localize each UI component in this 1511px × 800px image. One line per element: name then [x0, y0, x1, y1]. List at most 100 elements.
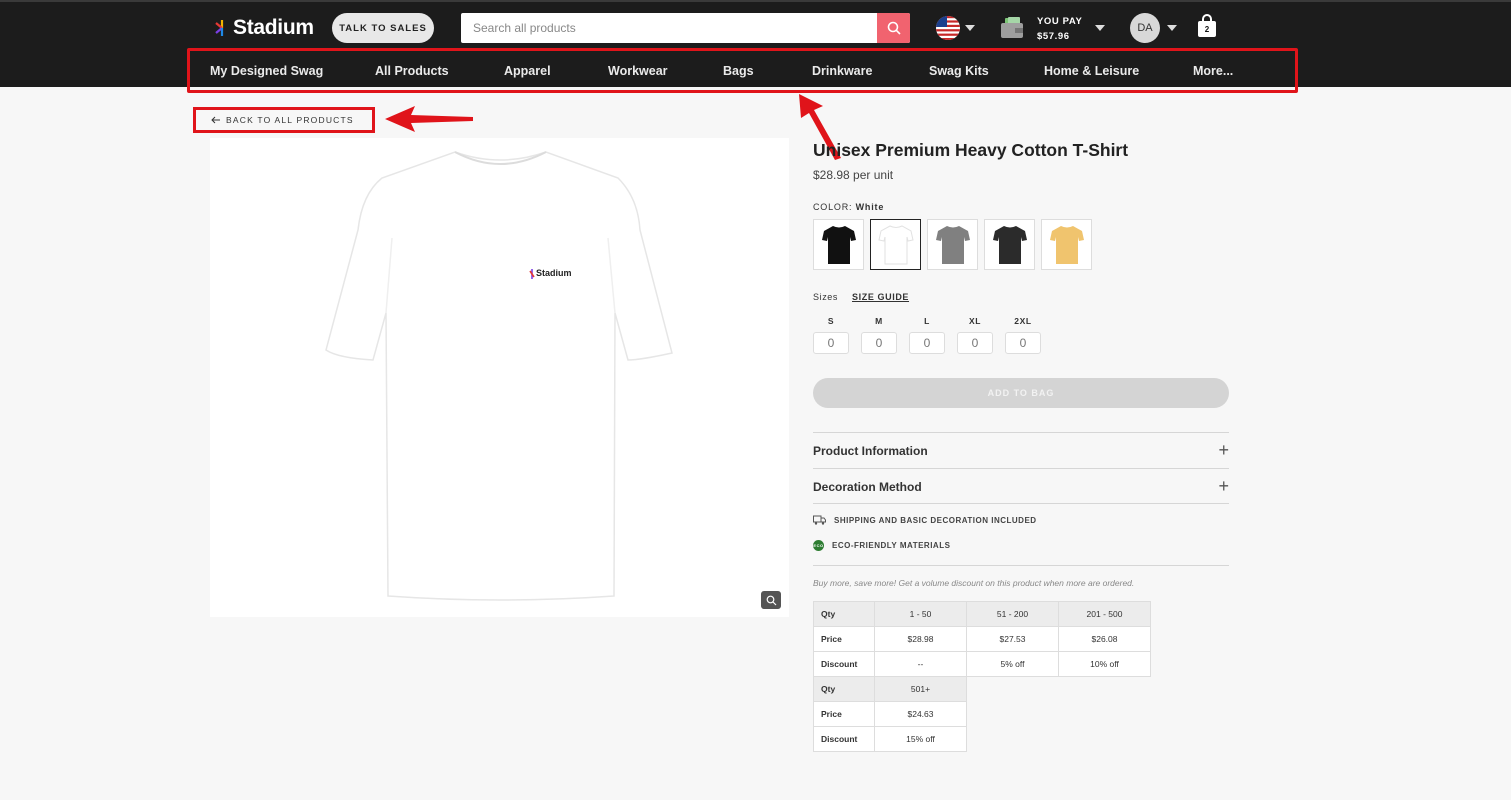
eco-feature-text: ECO-FRIENDLY MATERIALS — [832, 541, 951, 550]
table-cell: $24.63 — [874, 701, 967, 727]
add-to-bag-button[interactable]: ADD TO BAG — [813, 378, 1229, 408]
user-avatar[interactable]: DA — [1130, 13, 1160, 43]
nav-apparel[interactable]: Apparel — [504, 64, 551, 78]
nav-drinkware[interactable]: Drinkware — [812, 64, 872, 78]
divider — [813, 565, 1229, 566]
search-input[interactable] — [461, 13, 877, 43]
size-m-label: M — [875, 316, 883, 326]
table-cell: $27.53 — [966, 626, 1059, 652]
you-pay-summary[interactable]: YOU PAY $57.96 — [1037, 14, 1082, 44]
shipping-feature: SHIPPING AND BASIC DECORATION INCLUDED — [813, 515, 1037, 525]
table-cell: $26.08 — [1058, 626, 1151, 652]
eco-leaf-icon: ECO — [813, 540, 824, 551]
sizes-header: Sizes SIZE GUIDE — [813, 292, 909, 302]
stadium-logo[interactable]: Stadium — [215, 16, 314, 40]
table-cell: 15% off — [874, 726, 967, 752]
tshirt-charcoal-icon — [992, 225, 1027, 264]
table-row: Qty 501+ — [813, 676, 967, 702]
top-header: Stadium TALK TO SALES YOU PAY $57.96 DA — [0, 0, 1511, 93]
size-l-qty-input[interactable] — [909, 332, 945, 354]
swatch-white[interactable] — [870, 219, 921, 270]
size-s-qty-input[interactable] — [813, 332, 849, 354]
table-cell: Qty — [813, 601, 875, 627]
arrow-left-icon — [211, 116, 220, 124]
product-image[interactable]: Stadium — [210, 138, 789, 617]
product-price: $28.98 per unit — [813, 168, 894, 182]
account-chevron-down-icon[interactable] — [1167, 25, 1177, 31]
sizes-label: Sizes — [813, 292, 839, 302]
size-s-label: S — [827, 316, 835, 326]
shipping-feature-text: SHIPPING AND BASIC DECORATION INCLUDED — [834, 515, 1037, 525]
size-xl-qty-input[interactable] — [957, 332, 993, 354]
divider — [813, 503, 1229, 504]
tshirt-print-logo: Stadium — [536, 268, 572, 278]
color-label: COLOR: White — [813, 202, 884, 212]
magnify-icon — [766, 595, 776, 605]
zoom-button[interactable] — [761, 591, 781, 609]
size-2xl-qty-input[interactable] — [1005, 332, 1041, 354]
table-cell: 51 - 200 — [966, 601, 1059, 627]
shopping-bag-button[interactable]: 2 — [1197, 14, 1217, 38]
color-label-key: COLOR: — [813, 202, 853, 212]
nav-swag-kits[interactable]: Swag Kits — [929, 64, 989, 78]
truck-icon — [813, 515, 826, 525]
table-row: Price $24.63 — [813, 701, 967, 727]
plus-icon: + — [1218, 440, 1229, 460]
table-row: Qty 1 - 50 51 - 200 201 - 500 — [813, 601, 1151, 627]
back-to-all-products-link[interactable]: BACK TO ALL PRODUCTS — [211, 115, 354, 125]
search-button[interactable] — [877, 13, 910, 43]
region-chevron-down-icon[interactable] — [965, 25, 975, 31]
table-row: Discount -- 5% off 10% off — [813, 651, 1151, 677]
size-m: M — [861, 316, 897, 354]
logo-mark-icon — [215, 20, 224, 36]
swatch-charcoal[interactable] — [984, 219, 1035, 270]
decoration-method-accordion[interactable]: Decoration Method + — [813, 468, 1229, 504]
color-swatches — [813, 219, 1092, 270]
table-cell: 501+ — [874, 676, 967, 702]
nav-my-designed-swag[interactable]: My Designed Swag — [210, 64, 323, 78]
nav-home-leisure[interactable]: Home & Leisure — [1044, 64, 1139, 78]
bag-count-badge: 2 — [1204, 25, 1210, 34]
search-icon — [887, 21, 901, 35]
nav-more[interactable]: More... — [1193, 64, 1233, 78]
category-nav: My Designed Swag All Products Apparel Wo… — [187, 48, 1298, 93]
size-2xl-label: 2XL — [1014, 316, 1032, 326]
you-pay-chevron-down-icon[interactable] — [1095, 25, 1105, 31]
you-pay-label: YOU PAY — [1037, 16, 1083, 27]
table-cell: 5% off — [966, 651, 1059, 677]
wallet-icon — [1001, 17, 1023, 38]
pricing-table-1: Qty 1 - 50 51 - 200 201 - 500 Price $28.… — [813, 601, 1151, 677]
tshirt-image-icon — [325, 151, 673, 601]
logo-text: Stadium — [233, 16, 314, 39]
talk-to-sales-button[interactable]: TALK TO SALES — [332, 13, 434, 43]
swatch-black[interactable] — [813, 219, 864, 270]
tshirt-mustard-icon — [1049, 225, 1084, 264]
tshirt-white-icon — [877, 224, 914, 264]
nav-workwear[interactable]: Workwear — [608, 64, 668, 78]
size-xl-label: XL — [968, 316, 982, 326]
nav-all-products[interactable]: All Products — [375, 64, 449, 78]
us-flag-icon[interactable] — [936, 16, 960, 40]
color-selected-value: White — [855, 202, 885, 212]
back-link-label: BACK TO ALL PRODUCTS — [226, 115, 354, 125]
size-guide-link[interactable]: SIZE GUIDE — [852, 292, 909, 302]
table-cell: Discount — [813, 726, 875, 752]
plus-icon: + — [1218, 476, 1229, 496]
eco-feature: ECO ECO-FRIENDLY MATERIALS — [813, 540, 950, 551]
table-cell: 1 - 50 — [874, 601, 967, 627]
swatch-gray[interactable] — [927, 219, 978, 270]
size-2xl: 2XL — [1005, 316, 1041, 354]
decoration-method-label: Decoration Method — [813, 479, 922, 494]
table-cell: -- — [874, 651, 967, 677]
size-s: S — [813, 316, 849, 354]
swatch-mustard[interactable] — [1041, 219, 1092, 270]
pricing-table-2: Qty 501+ Price $24.63 Discount 15% off — [813, 676, 967, 752]
nav-bags[interactable]: Bags — [723, 64, 754, 78]
table-cell: 10% off — [1058, 651, 1151, 677]
size-l-label: L — [924, 316, 930, 326]
product-information-accordion[interactable]: Product Information + — [813, 432, 1229, 468]
product-title: Unisex Premium Heavy Cotton T-Shirt — [813, 140, 1129, 160]
size-m-qty-input[interactable] — [861, 332, 897, 354]
size-xl: XL — [957, 316, 993, 354]
table-cell: $28.98 — [874, 626, 967, 652]
